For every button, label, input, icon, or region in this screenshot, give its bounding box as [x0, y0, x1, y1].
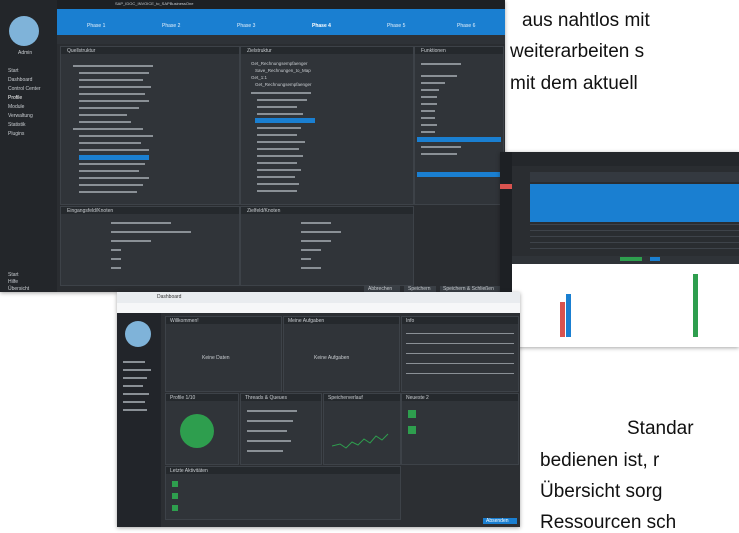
user-name: Admin — [18, 50, 33, 56]
functions-pane-title: Funktionen — [421, 48, 446, 54]
sidebar-item-module[interactable]: Module — [8, 104, 24, 110]
input-field-pane-title: Eingangsfeld/Knoten — [67, 208, 114, 214]
target-node-1[interactable]: Get_Rechnungsempfaenger — [251, 61, 308, 66]
submit-button[interactable]: Absenden — [483, 518, 517, 524]
latest-panel: Neueste 2 — [401, 393, 519, 465]
selected-target-node[interactable] — [255, 118, 315, 123]
target-node-3[interactable]: Get_1:1 — [251, 75, 267, 80]
browser-tab[interactable]: Dashboard — [157, 294, 181, 300]
phase-5[interactable]: Phase 5 — [387, 23, 405, 29]
sidebar-item-profile[interactable]: Profile — [8, 95, 22, 101]
threads-panel: Threads & Queues — [240, 393, 322, 465]
dashboard-screenshot: Dashboard Willkommen! Keine Daten Meine … — [117, 292, 520, 527]
browser-tabbar: Dashboard — [117, 292, 520, 303]
chart-bar-red — [560, 302, 565, 337]
phase-4[interactable]: Phase 4 — [312, 23, 331, 29]
statistics-screenshot — [500, 152, 739, 347]
sidebar-item-verwaltung[interactable]: Verwaltung — [8, 113, 33, 119]
selected-source-node[interactable] — [79, 155, 149, 160]
welcome-panel: Willkommen! Keine Daten — [165, 316, 282, 392]
source-structure-pane: Quellstruktur — [60, 46, 240, 205]
tab-active[interactable]: SAP_IDOC_INVOICE_to_SAPBusinessOne — [115, 1, 193, 6]
toolbar — [57, 35, 505, 44]
tasks-panel: Meine Aufgaben Keine Aufgaben — [283, 316, 400, 392]
text-line-4: Standar — [627, 418, 694, 439]
dashboard-sidebar — [117, 313, 161, 527]
sidebar: Admin Start Dashboard Control Center Pro… — [0, 0, 57, 292]
sidebar-item-control-center[interactable]: Control Center — [8, 86, 41, 92]
no-tasks-text: Keine Aufgaben — [314, 355, 350, 361]
pie-chart — [180, 414, 214, 448]
avatar — [125, 321, 151, 347]
phase-1[interactable]: Phase 1 — [87, 23, 105, 29]
source-pane-title: Quellstruktur — [67, 48, 96, 54]
target-node-2[interactable]: Save_Rechnungen_to_Map — [255, 68, 311, 73]
text-line-2: weiterarbeiten s — [510, 41, 645, 62]
input-field-pane: Eingangsfeld/Knoten — [60, 206, 240, 286]
avatar — [9, 16, 39, 46]
memory-panel: Speicherverlauf — [323, 393, 401, 465]
chart-bar-blue — [566, 294, 571, 337]
phase-bar: Phase 1 Phase 2 Phase 3 Phase 4 Phase 5 … — [57, 9, 505, 35]
functions-pane: Funktionen — [414, 46, 504, 205]
tab-bar: SAP_IDOC_INVOICE_to_SAPBusinessOne — [57, 0, 505, 9]
sidebar-footer-hilfe[interactable]: Hilfe — [8, 279, 18, 285]
sidebar-footer-start[interactable]: Start — [8, 272, 19, 278]
bar-chart-area — [500, 264, 739, 347]
sidebar-item-dashboard[interactable]: Dashboard — [8, 77, 32, 83]
text-line-7: Ressourcen sch — [540, 512, 677, 533]
sidebar-item-start[interactable]: Start — [8, 68, 19, 74]
phase-6[interactable]: Phase 6 — [457, 23, 475, 29]
phase-2[interactable]: Phase 2 — [162, 23, 180, 29]
target-field-pane: Zielfeld/Knoten — [240, 206, 414, 286]
sidebar-item-plugins[interactable]: Plugins — [8, 131, 24, 137]
no-data-text: Keine Daten — [202, 355, 230, 361]
alert-tag — [500, 184, 512, 189]
text-line-5: bedienen ist, r — [540, 450, 660, 471]
sidebar-item-statistik[interactable]: Statistik — [8, 122, 26, 128]
selected-function-2[interactable] — [417, 172, 501, 177]
mapping-editor-screenshot: Admin Start Dashboard Control Center Pro… — [0, 0, 505, 292]
info-panel: Info — [401, 316, 519, 392]
sidebar-footer-uebersicht[interactable]: Übersicht — [8, 286, 29, 292]
target-field-pane-title: Zielfeld/Knoten — [247, 208, 281, 214]
text-line-1: aus nahtlos mit — [522, 10, 650, 31]
target-pane-title: Zielstruktur — [247, 48, 272, 54]
activity-panel: Letzte Aktivitäten — [165, 466, 401, 520]
address-bar[interactable] — [117, 303, 520, 313]
selected-rows[interactable] — [530, 184, 739, 222]
text-line-3: mit dem aktuell — [510, 73, 638, 94]
chart-bar-green — [693, 274, 698, 337]
target-node-4[interactable]: Get_Rechnungsempfaenger — [255, 82, 312, 87]
target-structure-pane: Zielstruktur Get_Rechnungsempfaenger Sav… — [240, 46, 414, 205]
selected-function[interactable] — [417, 137, 501, 142]
text-line-6: Übersicht sorg — [540, 481, 663, 502]
memory-sparkline — [332, 433, 389, 449]
profile-panel: Profile 1/10 — [165, 393, 239, 465]
phase-3[interactable]: Phase 3 — [237, 23, 255, 29]
